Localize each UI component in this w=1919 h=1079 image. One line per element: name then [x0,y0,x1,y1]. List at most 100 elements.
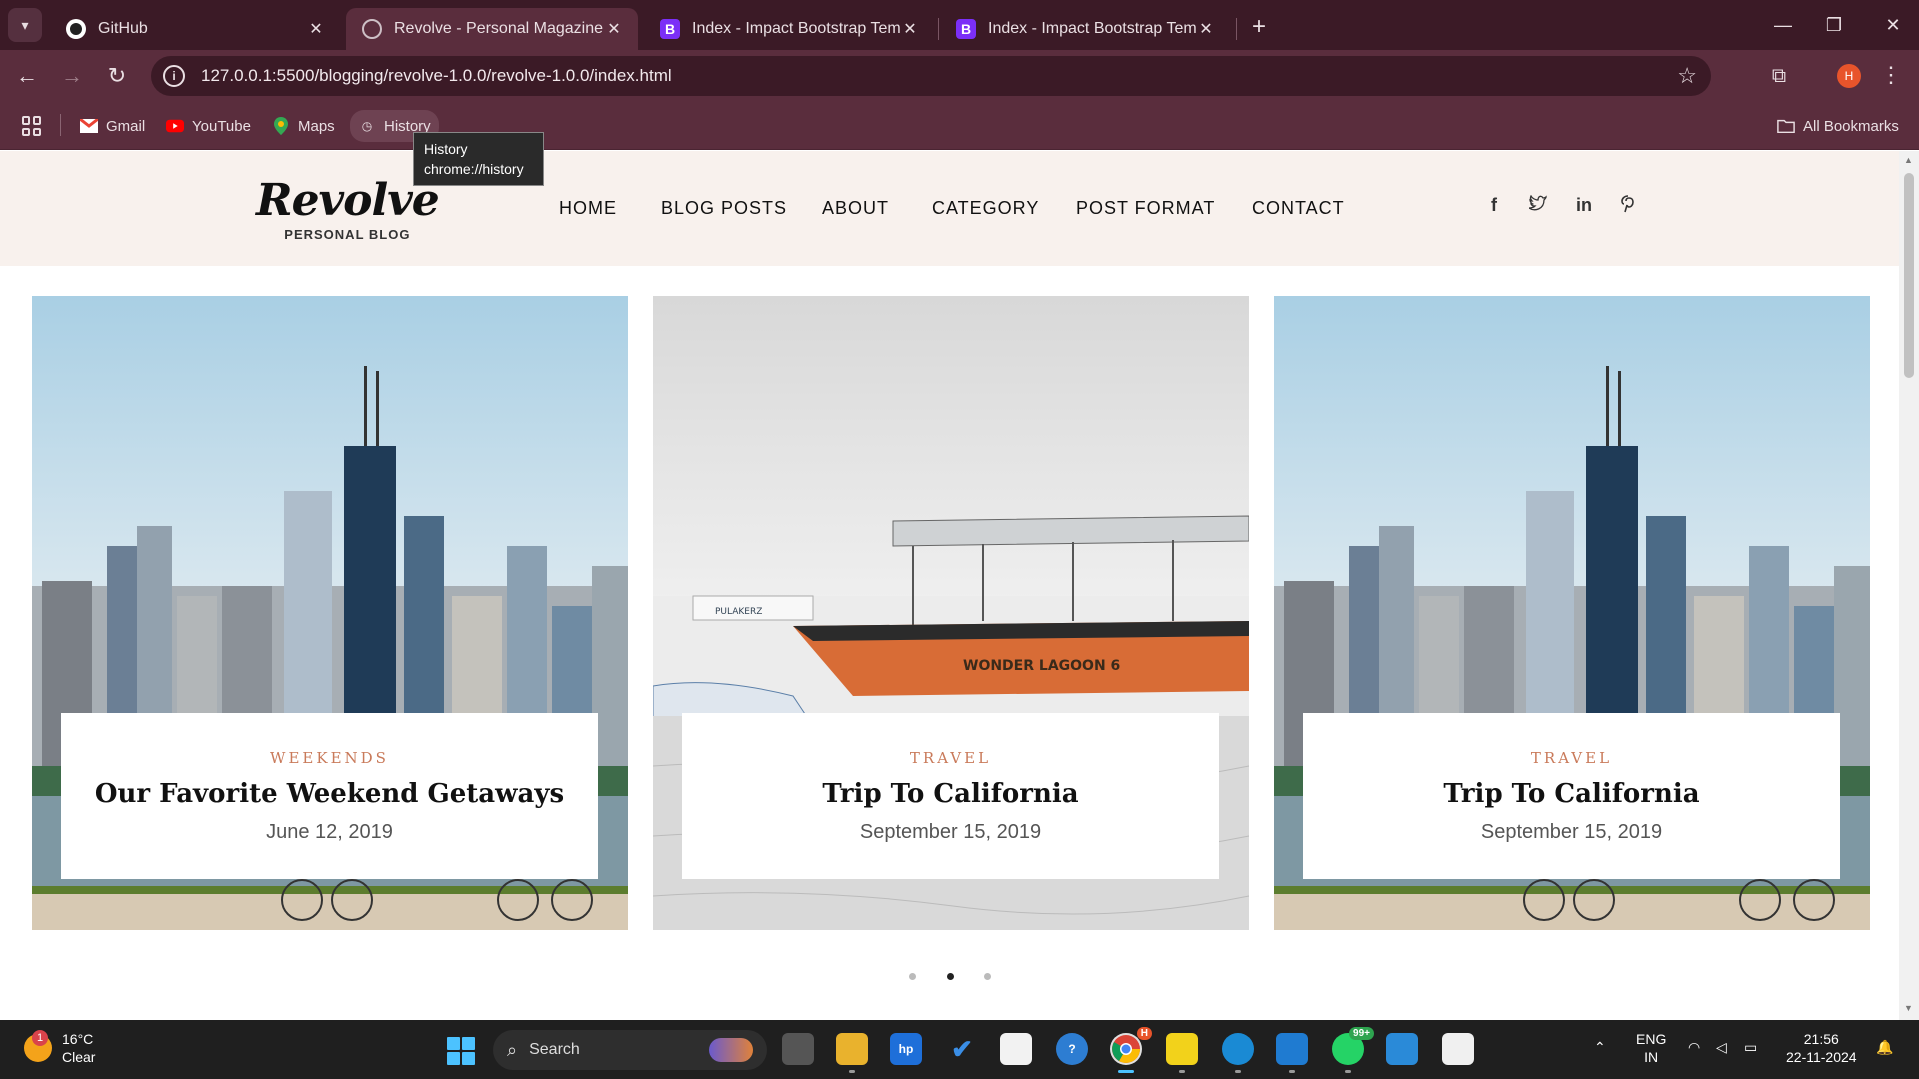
page-scrollbar[interactable]: ▲ ▼ [1899,151,1919,1020]
bookmark-star-icon[interactable]: ☆ [1677,63,1697,89]
help-icon[interactable]: ? [1056,1033,1088,1065]
nav-blog-posts[interactable]: BLOG POSTS [661,198,787,219]
sticky-notes-icon[interactable] [1166,1033,1198,1073]
post-category[interactable]: WEEKENDS [61,749,598,767]
all-bookmarks-button[interactable]: All Bookmarks [1777,112,1899,140]
nav-home[interactable]: HOME [559,198,617,219]
nav-category[interactable]: CATEGORY [932,198,1039,219]
tab-github[interactable]: GitHub ✕ [50,8,340,50]
chevron-up-icon[interactable]: ⌃ [1594,1038,1606,1056]
post-title[interactable]: Trip To California [682,779,1219,809]
carousel-dot[interactable] [947,973,954,980]
profile-avatar[interactable]: H [1837,64,1861,88]
nav-post-format[interactable]: POST FORMAT [1076,198,1215,219]
task-view-icon[interactable] [782,1033,814,1065]
snipping-tool-icon[interactable] [1442,1033,1474,1065]
tab-title: Revolve - Personal Magazine bl [394,20,604,37]
pinterest-icon[interactable] [1618,195,1638,218]
close-icon[interactable]: ✕ [1196,19,1216,39]
post-date: September 15, 2019 [859,821,1042,843]
scroll-up-icon[interactable]: ▲ [1904,155,1913,165]
history-tooltip: History chrome://history [413,132,544,186]
tab-title: GitHub [98,20,148,37]
tab-impact-1[interactable]: B Index - Impact Bootstrap Templ ✕ [644,8,934,50]
close-icon[interactable]: ✕ [900,19,920,39]
post-category[interactable]: TRAVEL [1303,749,1840,767]
address-bar[interactable]: i 127.0.0.1:5500/blogging/revolve-1.0.0/… [151,56,1711,96]
battery-icon[interactable]: ▭ [1744,1038,1757,1056]
nav-about[interactable]: ABOUT [822,198,889,219]
close-icon: ✕ [1885,14,1901,35]
whatsapp-icon[interactable]: 99+ [1332,1027,1374,1073]
scrollbar-thumb[interactable] [1904,173,1914,378]
slide-card-3[interactable]: TRAVEL Trip To California September 15, … [1274,296,1870,930]
volume-icon[interactable]: ◁ [1716,1038,1727,1056]
scroll-down-icon[interactable]: ▼ [1904,1003,1913,1013]
url-text[interactable]: 127.0.0.1:5500/blogging/revolve-1.0.0/re… [201,66,672,86]
slide-caption: WEEKENDS Our Favorite Weekend Getaways J… [61,713,598,879]
site-info-icon[interactable]: i [163,65,185,87]
clock[interactable]: 21:56 22-11-2024 [1786,1030,1857,1066]
tooltip-title: History [424,141,468,157]
twitter-icon[interactable] [1526,194,1548,216]
site-header: Revolve PERSONAL BLOG HOME BLOG POSTS AB… [0,151,1899,266]
vscode-icon[interactable] [1276,1033,1308,1073]
menu-icon[interactable]: ⋮ [1880,62,1902,88]
nav-contact[interactable]: CONTACT [1252,198,1345,219]
restore-button[interactable]: ❐ [1814,8,1854,42]
language-indicator[interactable]: ENG IN [1636,1030,1666,1066]
carousel-dot[interactable] [909,973,916,980]
bookmark-gmail[interactable]: Gmail [80,112,145,140]
extensions-icon[interactable]: ⧉ [1766,63,1792,89]
tab-impact-2[interactable]: B Index - Impact Bootstrap Templ ✕ [940,8,1230,50]
search-label: Search [529,1041,580,1058]
folder-icon [1777,117,1795,135]
whatsapp-badge: 99+ [1349,1027,1374,1040]
edge-icon[interactable] [1222,1033,1254,1073]
search-highlight-icon [709,1038,753,1062]
post-category[interactable]: TRAVEL [682,749,1219,767]
new-tab-button[interactable]: + [1244,12,1274,42]
wifi-icon[interactable]: ◠ [1688,1038,1700,1056]
store-icon[interactable] [1000,1033,1032,1065]
minimize-button[interactable]: — [1763,8,1803,42]
reload-button[interactable]: ↻ [100,59,134,93]
post-title[interactable]: Trip To California [1303,779,1840,809]
todo-icon[interactable]: ✔ [946,1033,978,1065]
apps-icon[interactable] [22,116,42,136]
chrome-icon[interactable]: H [1110,1027,1152,1073]
chevron-down-icon: ▾ [21,16,29,33]
maps-pin-icon [272,117,290,135]
taskbar-search[interactable]: ⌕ Search [493,1030,767,1070]
start-button[interactable] [447,1037,475,1065]
bookmark-maps[interactable]: Maps [272,112,335,140]
globe-icon [362,19,382,39]
site-logo[interactable]: Revolve PERSONAL BLOG [256,177,440,243]
close-icon[interactable]: ✕ [306,19,326,39]
weather-widget[interactable]: 1 16°C Clear [24,1030,95,1066]
photos-icon[interactable] [1386,1033,1418,1065]
chrome-profile-badge: H [1136,1027,1152,1040]
post-title[interactable]: Our Favorite Weekend Getaways [61,779,598,809]
back-button[interactable]: ← [10,59,44,93]
forward-button[interactable]: → [55,59,89,93]
close-window-button[interactable]: ✕ [1873,8,1913,42]
slide-card-1[interactable]: WEEKENDS Our Favorite Weekend Getaways J… [32,296,628,930]
language-bottom: IN [1644,1049,1659,1065]
myhp-icon[interactable]: hp [890,1033,922,1065]
bookmark-youtube[interactable]: YouTube [166,112,251,140]
file-explorer-icon[interactable] [836,1033,868,1073]
slide-card-2[interactable]: PULAKERZ WONDER LAGOON 6 TRAVEL Trip To … [653,296,1249,930]
linkedin-icon[interactable]: in [1574,195,1594,216]
tab-revolve[interactable]: Revolve - Personal Magazine bl ✕ [346,8,638,50]
close-icon[interactable]: ✕ [604,19,624,39]
restore-icon: ❐ [1825,14,1843,35]
carousel-dot[interactable] [984,973,991,980]
weather-condition: Clear [62,1049,96,1065]
web-page: Revolve PERSONAL BLOG HOME BLOG POSTS AB… [0,151,1899,1020]
bootstrap-icon: B [660,19,680,39]
facebook-icon[interactable]: f [1484,195,1504,216]
tab-search-button[interactable]: ▾ [8,8,42,42]
notification-bell-icon[interactable]: 🔔 [1876,1038,1893,1056]
language-top: ENG [1636,1031,1667,1047]
